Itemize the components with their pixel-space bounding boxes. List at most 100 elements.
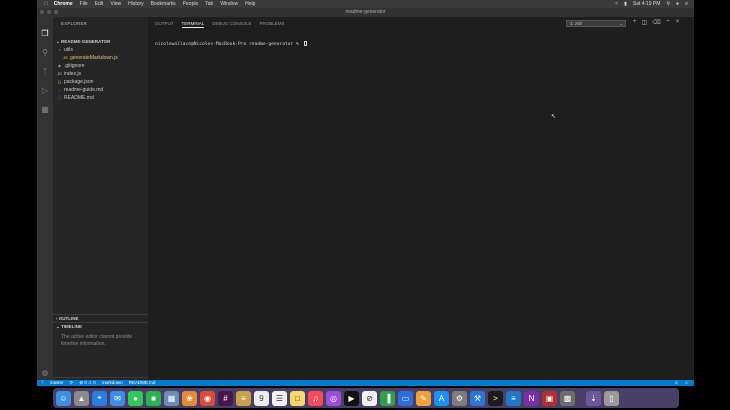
menu-bookmarks[interactable]: Bookmarks bbox=[151, 1, 176, 7]
file-tree-item[interactable]: ◆ .gitignore bbox=[57, 62, 85, 70]
terminal-prompt[interactable]: nicolewallace@Nicoles-MacBook-Pro readme… bbox=[155, 41, 307, 47]
split-terminal-icon[interactable]: ◫ bbox=[642, 19, 648, 26]
menubar-clock[interactable]: Sat 4:19 PM bbox=[633, 1, 661, 7]
close-window-icon[interactable] bbox=[40, 10, 44, 14]
feedback-icon[interactable]: ☺ bbox=[674, 380, 679, 386]
facetime-icon[interactable]: ■ bbox=[146, 390, 161, 406]
tab-debug-console[interactable]: DEBUG CONSOLE bbox=[212, 21, 251, 28]
music-icon[interactable]: ♫ bbox=[308, 390, 323, 406]
timeline-label: TIMELINE bbox=[61, 324, 83, 329]
podcasts-icon[interactable]: ◎ bbox=[326, 390, 341, 406]
notes-icon[interactable]: ≡ bbox=[236, 390, 251, 406]
downloads-icon[interactable]: ⇣ bbox=[586, 390, 601, 406]
branch-name[interactable]: master bbox=[50, 380, 64, 386]
user-avatar-icon[interactable]: ● bbox=[676, 1, 679, 7]
new-terminal-icon[interactable]: + bbox=[633, 19, 637, 26]
chrome-icon[interactable]: ◉ bbox=[200, 390, 215, 406]
sync-icon[interactable]: ⟳ bbox=[69, 380, 73, 386]
search-icon[interactable]: ⚲ bbox=[40, 48, 50, 58]
timeline-section[interactable]: ⌄ TIMELINE bbox=[53, 322, 148, 330]
preview-icon[interactable]: ▦ bbox=[164, 390, 179, 406]
extensions-icon[interactable]: ▦ bbox=[40, 105, 50, 115]
maximize-panel-icon[interactable]: ⌃ bbox=[666, 19, 671, 26]
finder-icon[interactable]: ☺ bbox=[56, 390, 71, 406]
terminal-select[interactable]: 1: zsh ⌄ bbox=[566, 20, 626, 27]
close-panel-icon[interactable]: × bbox=[676, 19, 680, 26]
source-control-icon[interactable]: ᛉ bbox=[40, 67, 50, 77]
photos-icon[interactable]: ❀ bbox=[182, 390, 197, 406]
notifications-bell-icon[interactable]: ♫ bbox=[685, 380, 688, 386]
menu-people[interactable]: People bbox=[183, 1, 199, 7]
file-tree-item[interactable]: › utils bbox=[57, 46, 73, 54]
trash-icon[interactable]: ▯ bbox=[604, 390, 619, 406]
terminal-cursor bbox=[303, 41, 307, 46]
slack-icon[interactable]: # bbox=[218, 390, 233, 406]
file-tree-item[interactable]: JS generateMarkdown.js bbox=[63, 54, 118, 62]
project-folder-header[interactable]: ⌄ README-GENERATOR bbox=[53, 38, 148, 46]
menu-tab[interactable]: Tab bbox=[205, 1, 213, 7]
explorer-icon[interactable]: ❐ bbox=[40, 29, 50, 39]
menu-history[interactable]: History bbox=[128, 1, 144, 7]
terminal-prompt-text: nicolewallace@Nicoles-MacBook-Pro readme… bbox=[155, 42, 302, 47]
menu-edit[interactable]: Edit bbox=[95, 1, 104, 7]
tv-icon[interactable]: ▶ bbox=[344, 390, 359, 406]
chevron-down-icon: ⌄ bbox=[56, 39, 60, 44]
xcode-icon[interactable]: ⚒ bbox=[470, 390, 485, 406]
mouse-cursor-icon: ↖ bbox=[551, 114, 557, 120]
news-icon[interactable]: ⊘ bbox=[362, 390, 377, 406]
minimize-window-icon[interactable] bbox=[47, 10, 51, 14]
onenote-icon[interactable]: N bbox=[524, 390, 539, 406]
menu-view[interactable]: View bbox=[110, 1, 121, 7]
menu-help[interactable]: Help bbox=[245, 1, 255, 7]
safari-icon[interactable]: ⌖ bbox=[92, 390, 107, 406]
activity-bar: ❐ ⚲ ᛉ ▷ ▦ ⚙ bbox=[37, 17, 53, 380]
numbers-icon[interactable]: ▐ bbox=[380, 390, 395, 406]
problems-count[interactable]: ⊗ 0 ⚠ 0 bbox=[79, 380, 96, 386]
project-name: README-GENERATOR bbox=[61, 39, 111, 44]
outline-section[interactable]: › OUTLINE bbox=[53, 314, 148, 322]
reminders-icon[interactable]: ☰ bbox=[272, 390, 287, 406]
terminal-panel: OUTPUT TERMINAL DEBUG CONSOLE PROBLEMS 1… bbox=[148, 17, 694, 380]
maximize-window-icon[interactable] bbox=[54, 10, 58, 14]
menu-file[interactable]: File bbox=[80, 1, 88, 7]
window-title: readme-generator bbox=[345, 9, 386, 15]
launchpad-icon[interactable]: ▲ bbox=[74, 390, 89, 406]
macos-dock: ☺ ▲ ⌖ ✉ ● ■ ▦ ❀ ◉ # ≡ 9 ☰ □ ♫ ◎ ▶ ⊘ ▐ ▭ ✎ A ⚙ ⚒ > ≡ N ▣ ▩ ⇣ ▯ bbox=[53, 388, 679, 408]
mail-icon[interactable]: ✉ bbox=[110, 390, 125, 406]
screenshot-icon[interactable]: ▩ bbox=[560, 390, 575, 406]
apple-menu-icon[interactable]:  bbox=[44, 1, 48, 7]
battery-icon[interactable]: ▮ bbox=[624, 1, 627, 7]
file-tree-item[interactable]: JS index.js bbox=[57, 70, 81, 78]
active-file-status[interactable]: README.md bbox=[129, 380, 156, 386]
keynote-icon[interactable]: ▭ bbox=[398, 390, 413, 406]
system-preferences-icon[interactable]: ⚙ bbox=[452, 390, 467, 406]
run-debug-icon[interactable]: ▷ bbox=[40, 86, 50, 96]
menu-app-name[interactable]: Chrome bbox=[54, 1, 73, 7]
settings-gear-icon[interactable]: ⚙ bbox=[40, 369, 50, 379]
file-tree-label: utils bbox=[64, 47, 73, 53]
vscode-icon[interactable]: ≡ bbox=[506, 390, 521, 406]
tab-terminal[interactable]: TERMINAL bbox=[181, 21, 205, 28]
spotlight-icon[interactable]: ⚲ bbox=[666, 1, 670, 7]
menu-window[interactable]: Window bbox=[220, 1, 238, 7]
control-center-icon[interactable]: ≡ bbox=[685, 1, 688, 7]
file-tree-item[interactable]: {} package.json bbox=[57, 78, 93, 86]
app-store-icon[interactable]: A bbox=[434, 390, 449, 406]
calendar-icon[interactable]: 9 bbox=[254, 390, 269, 406]
file-tree-label: .gitignore bbox=[64, 63, 85, 69]
tab-output[interactable]: OUTPUT bbox=[155, 21, 174, 28]
wifi-icon[interactable]: ≈ bbox=[615, 1, 618, 7]
pages-icon[interactable]: ✎ bbox=[416, 390, 431, 406]
chevron-right-icon: › bbox=[56, 316, 58, 321]
kill-terminal-icon[interactable]: ⌫ bbox=[652, 19, 660, 26]
tab-problems[interactable]: PROBLEMS bbox=[260, 21, 285, 28]
file-tree-label: index.js bbox=[64, 71, 81, 77]
file-tree-item[interactable]: ⓘ README.md bbox=[57, 94, 94, 102]
photo-booth-icon[interactable]: ▣ bbox=[542, 390, 557, 406]
terminal-icon[interactable]: > bbox=[488, 390, 503, 406]
messages-icon[interactable]: ● bbox=[128, 390, 143, 406]
chevron-down-icon: ⌄ bbox=[56, 324, 60, 329]
stickies-icon[interactable]: □ bbox=[290, 390, 305, 406]
lint-status[interactable]: markdown bbox=[102, 380, 123, 386]
file-tree-item[interactable]: ↓ readme-guide.md bbox=[57, 86, 104, 94]
